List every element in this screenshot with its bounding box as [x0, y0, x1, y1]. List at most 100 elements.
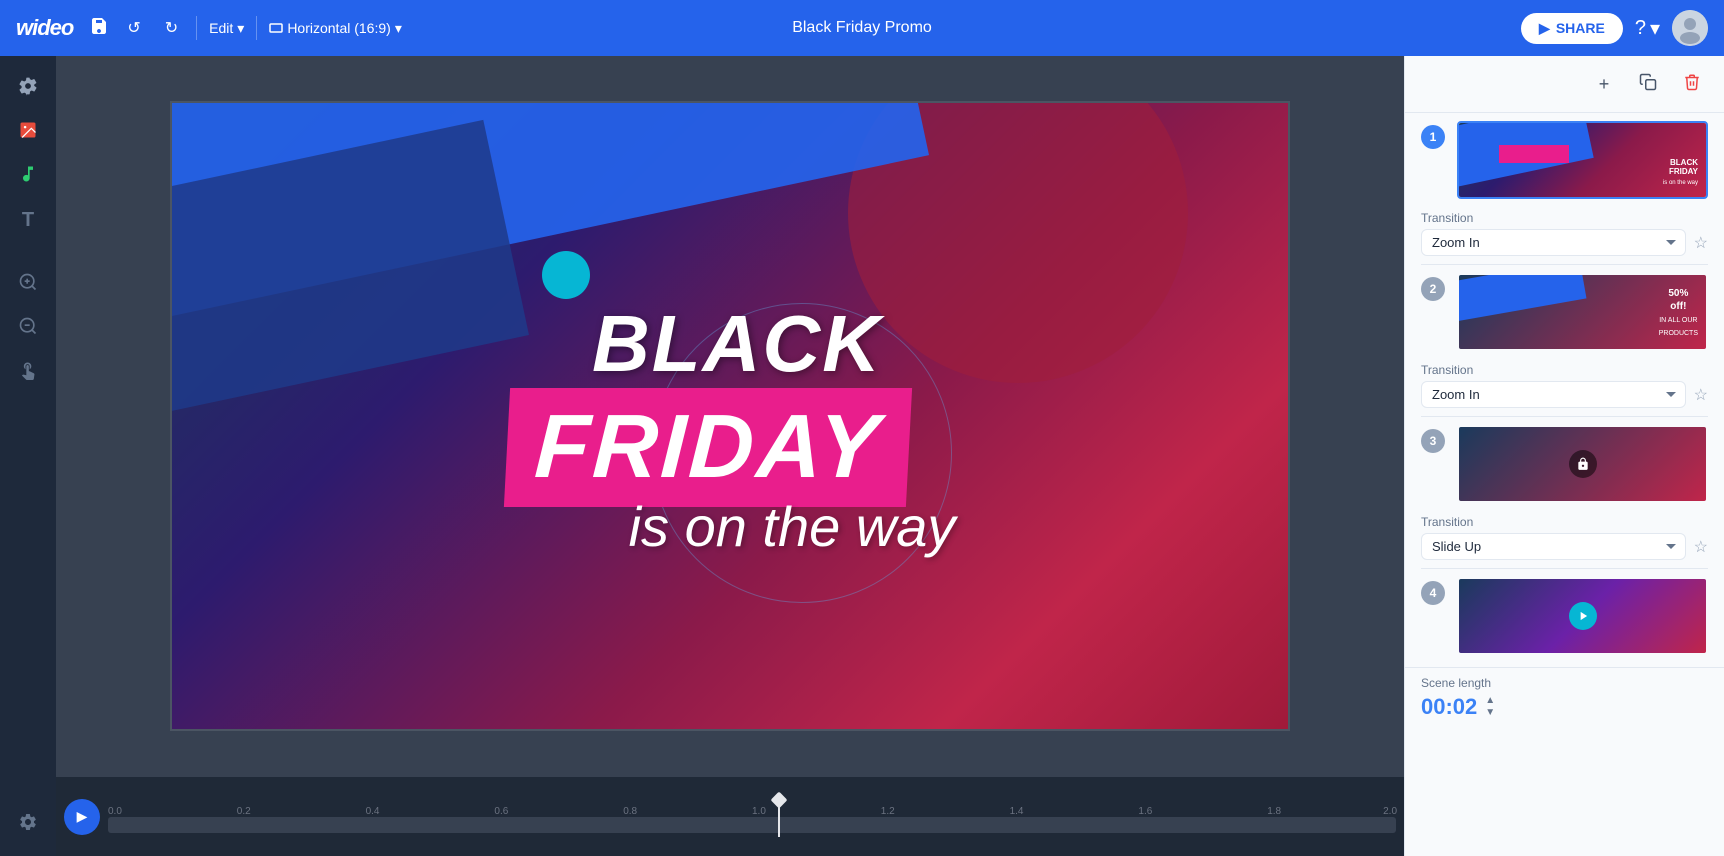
- canvas-text-subtitle[interactable]: is on the way: [562, 493, 1022, 560]
- slide-2-transition-section: Transition Zoom In None Zoom Out Fade Sl…: [1405, 359, 1724, 416]
- slide-3-star-button[interactable]: ☆: [1694, 537, 1708, 557]
- scene-length-up-button[interactable]: ▲: [1485, 696, 1495, 706]
- slide-2-transition-label: Transition: [1421, 363, 1708, 377]
- hand-icon: [18, 360, 38, 385]
- trash-icon: [1683, 73, 1701, 96]
- chevron-down-icon: ▾: [237, 20, 244, 37]
- ruler-mark-1: 0.2: [237, 806, 251, 817]
- edit-button[interactable]: Edit ▾: [209, 20, 244, 37]
- slide-4-inner: 4: [1421, 577, 1708, 655]
- sidebar-camera-button[interactable]: [8, 68, 48, 108]
- scene-time: 00:02: [1421, 694, 1477, 720]
- save-button[interactable]: [89, 16, 109, 41]
- slide-thumbnail-3[interactable]: [1457, 425, 1708, 503]
- sidebar-zoom-out-button[interactable]: [8, 308, 48, 348]
- slide-number-4: 4: [1421, 581, 1445, 605]
- scene-length-down-button[interactable]: ▼: [1485, 708, 1495, 718]
- slide-item-2[interactable]: 2 50%off!IN ALL OURPRODUCTS: [1405, 265, 1724, 359]
- canvas-wrapper[interactable]: BLACK FRIDAY is on the way: [56, 56, 1404, 776]
- ruler-mark-0: 0.0: [108, 806, 122, 817]
- topbar: wideo ↺ ↻ Edit ▾ Horizontal (16:9) ▾ Bla…: [0, 0, 1724, 56]
- scene-length-section: Scene length 00:02 ▲ ▼: [1405, 667, 1724, 728]
- slide-item-4[interactable]: 4: [1405, 569, 1724, 663]
- ruler-mark-7: 1.4: [1010, 806, 1024, 817]
- divider-2: [256, 16, 257, 40]
- share-icon: ▶: [1539, 20, 1550, 37]
- main-layout: T: [0, 56, 1724, 856]
- divider-1: [196, 16, 197, 40]
- slide-1-transition-section: Transition Zoom In None Zoom Out Fade Sl…: [1405, 207, 1724, 264]
- slide-3-transition-section: Transition Slide Up None Zoom In Zoom Ou…: [1405, 511, 1724, 568]
- scene-length-value: 00:02 ▲ ▼: [1421, 694, 1708, 720]
- copy-slide-button[interactable]: [1632, 68, 1664, 100]
- sidebar-pan-button[interactable]: [8, 352, 48, 392]
- slide-2-transition-select[interactable]: Zoom In None Zoom Out Fade Slide Up Slid…: [1421, 381, 1686, 408]
- ruler-mark-6: 1.2: [881, 806, 895, 817]
- timeline-ruler: 0.0 0.2 0.4 0.6 0.8 1.0 1.2 1.4 1.6 1.8 …: [108, 797, 1396, 817]
- chevron-down-icon: ▾: [1650, 16, 1660, 41]
- canvas-area: BLACK FRIDAY is on the way ▶ 0.0 0.2 0.4…: [56, 56, 1404, 856]
- timeline-bar[interactable]: [108, 817, 1396, 833]
- play-icon: ▶: [77, 808, 88, 825]
- slide-thumbnail-1[interactable]: BLACKFRIDAYis on the way: [1457, 121, 1708, 199]
- image-icon: [18, 120, 38, 145]
- slide-2-star-button[interactable]: ☆: [1694, 385, 1708, 405]
- right-panel-toolbar: +: [1405, 56, 1724, 113]
- sidebar-text-button[interactable]: T: [8, 200, 48, 240]
- ruler-mark-4: 0.8: [623, 806, 637, 817]
- play-button[interactable]: ▶: [64, 799, 100, 835]
- slide-3-transition-select[interactable]: Slide Up None Zoom In Zoom Out Fade Slid…: [1421, 533, 1686, 560]
- slide-1-transition-select[interactable]: Zoom In None Zoom Out Fade Slide Up Slid…: [1421, 229, 1686, 256]
- topbar-right: ▶ SHARE ? ▾: [1521, 10, 1708, 46]
- undo-button[interactable]: ↺: [121, 14, 146, 42]
- settings-icon: [18, 812, 38, 837]
- ruler-mark-3: 0.6: [494, 806, 508, 817]
- scene-length-label: Scene length: [1421, 676, 1708, 690]
- canvas-text-friday: FRIDAY: [532, 396, 884, 499]
- canvas-text-black[interactable]: BLACK: [592, 298, 882, 390]
- slide-3-inner: 3: [1421, 425, 1708, 503]
- slide-3-transition-row: Slide Up None Zoom In Zoom Out Fade Slid…: [1421, 533, 1708, 560]
- scene-arrows: ▲ ▼: [1485, 696, 1495, 718]
- slide-thumbnail-4[interactable]: [1457, 577, 1708, 655]
- right-panel: + 1 BLACKFRIDAYis: [1404, 56, 1724, 856]
- timeline-track[interactable]: 0.0 0.2 0.4 0.6 0.8 1.0 1.2 1.4 1.6 1.8 …: [108, 797, 1396, 837]
- sidebar-music-button[interactable]: [8, 156, 48, 196]
- ruler-mark-5: 1.0: [752, 806, 766, 817]
- ruler-mark-9: 1.8: [1267, 806, 1281, 817]
- share-button[interactable]: ▶ SHARE: [1521, 13, 1623, 44]
- sidebar-image-button[interactable]: [8, 112, 48, 152]
- slide-thumbnail-2[interactable]: 50%off!IN ALL OURPRODUCTS: [1457, 273, 1708, 351]
- slide-item-1[interactable]: 1 BLACKFRIDAYis on the way: [1405, 113, 1724, 207]
- text-icon: T: [22, 209, 34, 232]
- format-button[interactable]: Horizontal (16:9) ▾: [269, 20, 402, 37]
- redo-button[interactable]: ↻: [159, 14, 184, 42]
- slide-item-3[interactable]: 3: [1405, 417, 1724, 511]
- ruler-mark-10: 2.0: [1383, 806, 1397, 817]
- plus-icon: +: [1599, 74, 1610, 95]
- left-sidebar: T: [0, 56, 56, 856]
- canvas[interactable]: BLACK FRIDAY is on the way: [170, 101, 1290, 731]
- slide-3-transition-label: Transition: [1421, 515, 1708, 529]
- sidebar-settings-button[interactable]: [8, 804, 48, 844]
- copy-icon: [1639, 73, 1657, 96]
- avatar[interactable]: [1672, 10, 1708, 46]
- canvas-friday-wrapper[interactable]: FRIDAY: [504, 388, 913, 507]
- timeline: ▶ 0.0 0.2 0.4 0.6 0.8 1.0 1.2 1.4 1.6 1.…: [56, 776, 1404, 856]
- slide-1-star-button[interactable]: ☆: [1694, 233, 1708, 253]
- logo: wideo: [16, 15, 73, 41]
- delete-slide-button[interactable]: [1676, 68, 1708, 100]
- ruler-mark-8: 1.6: [1138, 806, 1152, 817]
- slide-1-transition-label: Transition: [1421, 211, 1708, 225]
- slide-2-transition-row: Zoom In None Zoom Out Fade Slide Up Slid…: [1421, 381, 1708, 408]
- slide-1-inner: 1 BLACKFRIDAYis on the way: [1421, 121, 1708, 199]
- zoom-in-icon: [18, 272, 38, 297]
- add-slide-button[interactable]: +: [1588, 68, 1620, 100]
- zoom-out-icon: [18, 316, 38, 341]
- timeline-playhead[interactable]: [778, 797, 780, 837]
- sidebar-zoom-in-button[interactable]: [8, 264, 48, 304]
- help-button[interactable]: ? ▾: [1635, 16, 1660, 41]
- dot-teal-decoration: [542, 251, 590, 299]
- music-icon: [18, 164, 38, 189]
- slide-number-2: 2: [1421, 277, 1445, 301]
